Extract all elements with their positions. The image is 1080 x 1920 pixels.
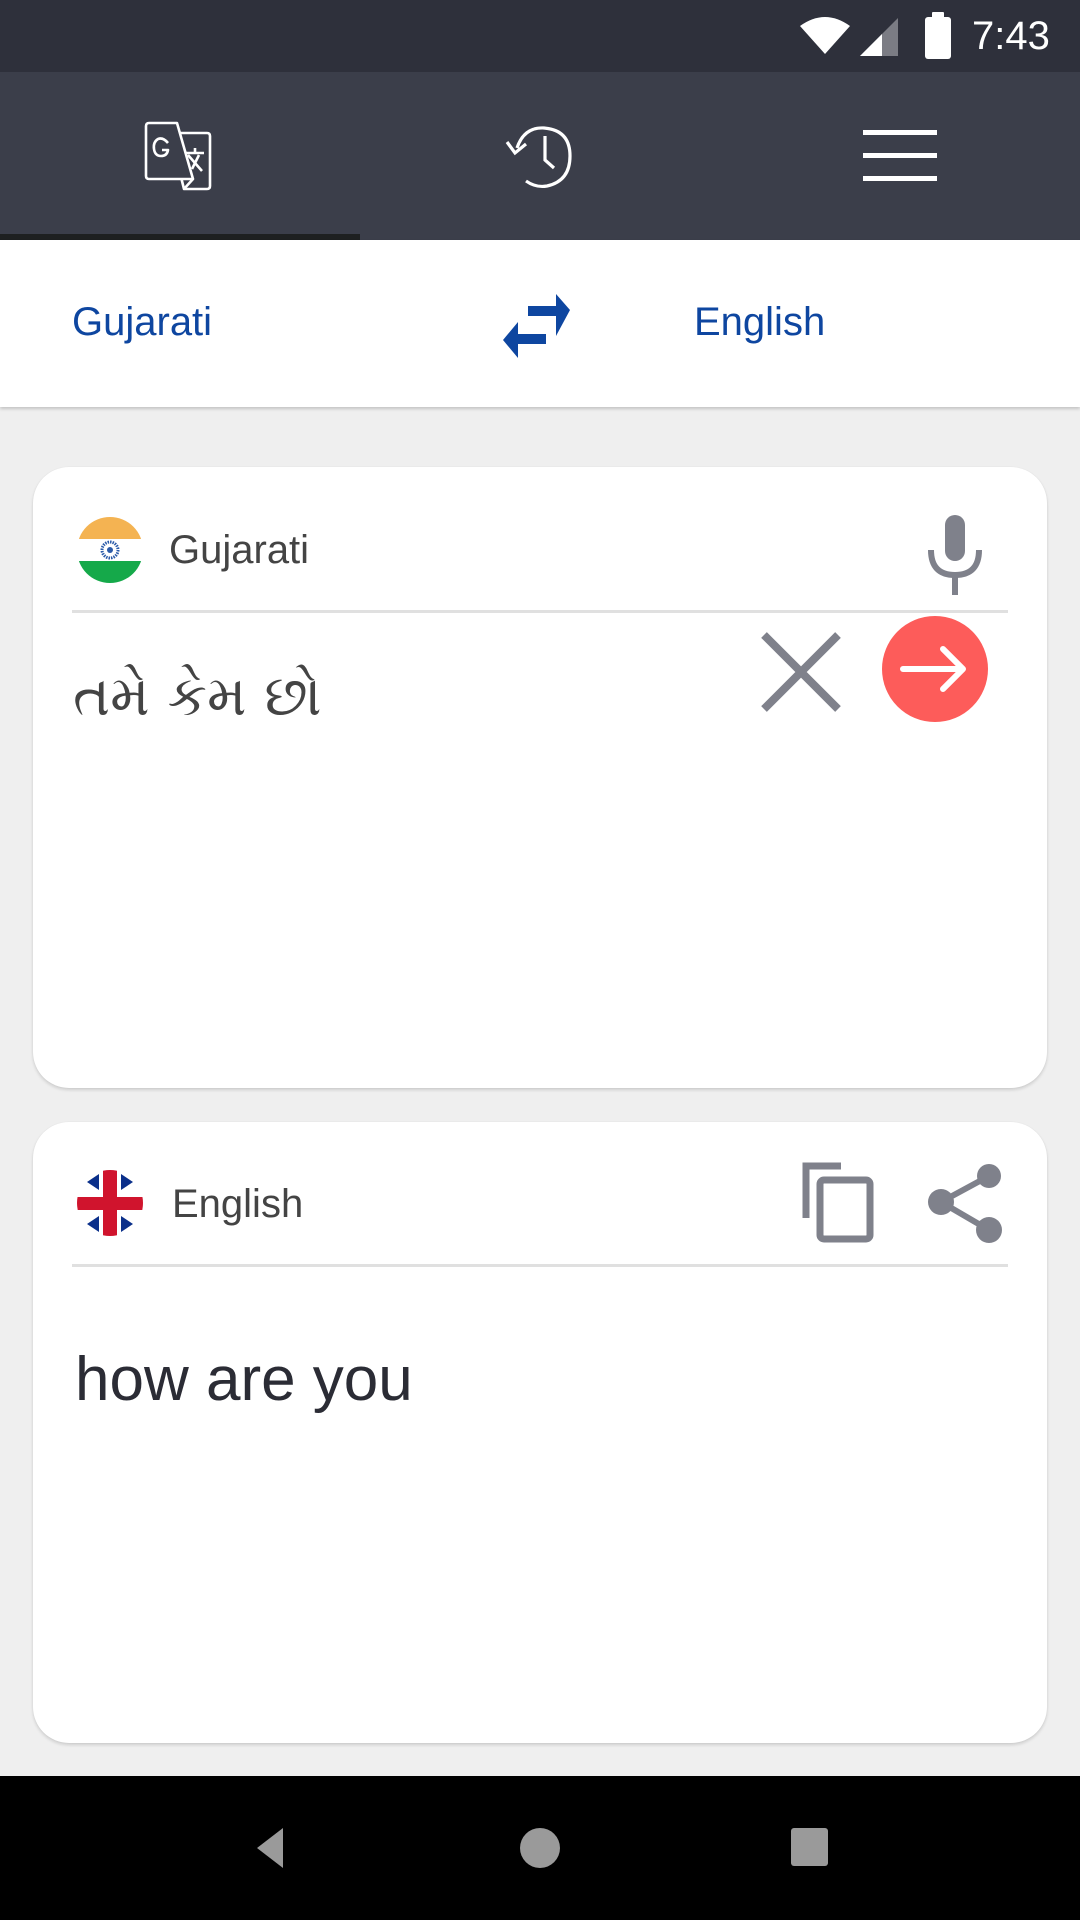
- source-language-selector[interactable]: Gujarati: [72, 296, 212, 348]
- source-card-divider: [72, 610, 1008, 613]
- hamburger-menu-icon: [863, 130, 937, 181]
- india-flag-icon: [77, 517, 143, 583]
- system-navigation-bar: [0, 1776, 1080, 1920]
- home-icon[interactable]: [518, 1824, 566, 1872]
- source-language-label: Gujarati: [169, 528, 310, 572]
- close-icon[interactable]: [758, 629, 844, 715]
- source-input-card: Gujarati તમે કેમ છો: [33, 467, 1047, 1088]
- language-selector-bar: Gujarati English: [0, 240, 1080, 407]
- arrow-right-icon: [900, 646, 966, 692]
- source-text-input[interactable]: તમે કેમ છો: [73, 657, 322, 737]
- swap-arrows-icon[interactable]: [500, 292, 576, 358]
- target-language-selector[interactable]: English: [694, 296, 825, 348]
- source-card-header: Gujarati: [33, 467, 1047, 613]
- status-time: 7:43: [972, 14, 1050, 58]
- cellular-signal-icon: [860, 18, 898, 56]
- top-tab-bar: [0, 72, 1080, 240]
- share-icon[interactable]: [927, 1164, 1007, 1246]
- target-card-header: English: [33, 1122, 1047, 1268]
- back-icon[interactable]: [247, 1824, 295, 1872]
- status-bar: 7:43: [0, 0, 1080, 72]
- tab-history[interactable]: [360, 72, 720, 240]
- translate-button[interactable]: [882, 616, 988, 722]
- uk-flag-icon: [77, 1170, 143, 1236]
- target-card-divider: [72, 1264, 1008, 1267]
- translated-text: how are you: [75, 1345, 413, 1414]
- tab-menu[interactable]: [720, 72, 1080, 240]
- battery-icon: [925, 12, 951, 59]
- translation-output-card: English how are you: [33, 1122, 1047, 1743]
- wifi-icon: [800, 17, 850, 54]
- recents-icon[interactable]: [789, 1824, 837, 1872]
- copy-icon[interactable]: [799, 1162, 879, 1246]
- microphone-icon[interactable]: [919, 515, 991, 603]
- tab-translate[interactable]: [0, 72, 360, 240]
- translate-icon: [144, 121, 212, 191]
- history-icon: [505, 126, 572, 189]
- target-language-label: English: [172, 1182, 304, 1226]
